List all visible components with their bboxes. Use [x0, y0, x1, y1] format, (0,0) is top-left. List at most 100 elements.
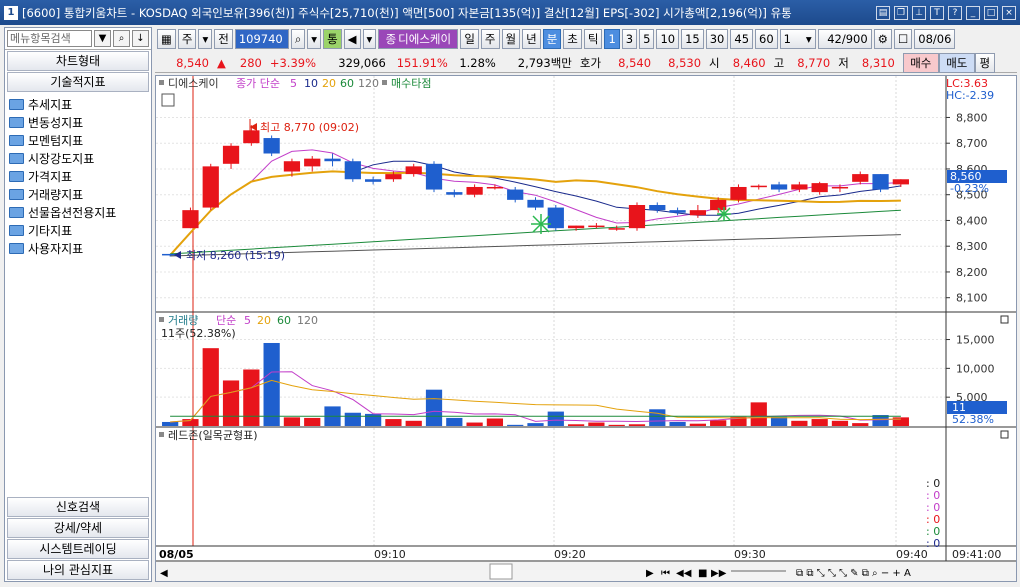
redzone-value: : 0 — [926, 537, 940, 550]
chart-background — [156, 76, 1016, 581]
candle-body — [263, 138, 280, 154]
grid-icon[interactable]: ▦ — [157, 29, 176, 49]
time-label: 08/05 — [159, 548, 194, 561]
scroll-left-icon[interactable]: ◀ — [160, 568, 168, 579]
prev-page-icon[interactable]: ◀◀ — [676, 568, 692, 579]
date-checkbox[interactable]: ☐ — [893, 29, 913, 49]
search-icon[interactable]: ⌕ — [113, 30, 130, 47]
pin-icon[interactable]: ⊥ — [912, 5, 926, 20]
candle-body — [243, 130, 260, 144]
arrow-down-icon[interactable]: ↓ — [132, 30, 149, 47]
volume-legend-name: 거래량 — [168, 314, 198, 327]
legend-marker — [159, 80, 164, 85]
folder-item[interactable]: 기타지표 — [9, 221, 147, 239]
folder-item[interactable]: 선물옵션전용지표 — [9, 203, 147, 221]
stock-type-select[interactable]: 주 — [177, 29, 197, 49]
tool-icons[interactable]: ⧉ ⧉ ⤡ ⤡ ⤡ ✎ ⧉ ⌕ − + A — [796, 568, 911, 579]
rewind-icon[interactable]: ⏮ — [661, 568, 670, 579]
dropdown-icon[interactable]: ▼ — [94, 30, 111, 47]
folder-item[interactable]: 가격지표 — [9, 167, 147, 185]
volume-panel-close-icon[interactable] — [1000, 315, 1009, 324]
chart-table-icon[interactable] — [161, 93, 175, 107]
close-icon[interactable]: × — [1002, 5, 1016, 20]
price-change-pct: +3.39% — [269, 55, 317, 70]
dropdown-icon[interactable]: ▾ — [307, 29, 322, 49]
stop-icon[interactable]: ■ — [698, 568, 707, 579]
chart-area[interactable]: 8,800 8,700 8,600 8,500 8,400 8,300 8,200 8,100… — [155, 75, 1017, 582]
hoga-label: 호가 — [579, 55, 602, 70]
minute-option[interactable]: 1 — [604, 29, 620, 49]
scroll-right-icon[interactable]: ▶ — [646, 568, 654, 579]
folder-item[interactable]: 변동성지표 — [9, 113, 147, 131]
period-tab-tick[interactable]: 틱 — [583, 29, 603, 49]
folder-label: 가격지표 — [28, 169, 73, 184]
search-icon[interactable]: ⌕ — [290, 29, 306, 49]
candle-body — [567, 225, 585, 229]
horizontal-scrollbar[interactable]: ◀ ▶ ⏮ ◀◀ ■ ▶▶ ⧉ ⧉ ⤡ ⤡ ⤡ ✎ ⧉ ⌕ − + A — [156, 562, 1016, 581]
period-tab-second[interactable]: 초 — [563, 29, 582, 49]
volume: 329,066 — [338, 55, 386, 70]
legend-marker — [382, 80, 387, 85]
folder-item[interactable]: 사용자지표 — [9, 239, 147, 257]
signal-search-button[interactable]: 신호검색 — [7, 497, 149, 517]
date-input[interactable]: 08/06 — [914, 29, 956, 49]
minimize-icon[interactable]: _ — [966, 5, 980, 20]
volume-bar — [567, 424, 585, 426]
minute-option[interactable]: 3 — [621, 29, 638, 49]
next-page-icon[interactable]: ▶▶ — [711, 568, 727, 579]
minute-option[interactable]: 30 — [705, 29, 729, 49]
sell-button[interactable]: 매도 — [938, 52, 975, 73]
folder-icon — [9, 116, 24, 128]
menu-search-input[interactable]: 메뉴항목검색 — [7, 30, 92, 47]
system-trading-button[interactable]: 시스템트레이딩 — [7, 539, 149, 559]
minute-option[interactable]: 5 — [639, 29, 655, 49]
legend-marker — [159, 317, 164, 322]
count-select[interactable]: 1 ▾ — [779, 29, 816, 49]
help-icon[interactable]: ? — [948, 5, 962, 20]
redzone-panel-close-icon[interactable] — [1000, 430, 1009, 439]
maximize-icon[interactable]: □ — [984, 5, 998, 20]
period-tab-day[interactable]: 일 — [460, 29, 479, 49]
stock-chart[interactable]: 8,8008,7008,6008,5008,4008,3008,2008,100… — [156, 76, 1016, 581]
dropdown-icon[interactable]: ▾ — [198, 29, 213, 49]
buy-button[interactable]: 매수 — [902, 52, 939, 73]
minute-option[interactable]: 15 — [681, 29, 704, 49]
my-indicators-button[interactable]: 나의 관심지표 — [7, 560, 149, 580]
period-tab-year[interactable]: 년 — [522, 29, 541, 49]
folder-item[interactable]: 모멘텀지표 — [9, 131, 147, 149]
prev-label[interactable]: 전 — [214, 29, 233, 49]
volume-bar — [527, 423, 544, 426]
minute-option[interactable]: 10 — [656, 29, 680, 49]
settings-icon[interactable]: ⚙ — [873, 29, 892, 49]
period-tab-month[interactable]: 월 — [501, 29, 521, 49]
text-icon[interactable]: T — [930, 5, 944, 20]
candle-body — [892, 179, 909, 185]
time-label: 09:40 — [896, 548, 928, 561]
folder-label: 추세지표 — [28, 97, 73, 112]
integrated-button[interactable]: 통 — [323, 29, 342, 49]
minute-option[interactable]: 45 — [730, 29, 754, 49]
candle-body — [425, 163, 443, 190]
link-icon[interactable]: ▤ — [876, 5, 890, 20]
chart-type-button[interactable]: 차트형태 — [7, 51, 149, 71]
period-tab-minute[interactable]: 분 — [542, 29, 562, 49]
period-tab-week[interactable]: 주 — [480, 29, 500, 49]
folder-item[interactable]: 거래량지표 — [9, 185, 147, 203]
candle-body — [649, 205, 666, 211]
stock-code-input[interactable]: 109740 — [234, 29, 289, 49]
strength-weakness-button[interactable]: 강세/약세 — [7, 518, 149, 538]
evaluation-button[interactable]: 평 — [974, 52, 995, 73]
scrollbar-thumb[interactable] — [489, 563, 513, 580]
volume-bar — [466, 422, 483, 426]
restore-icon[interactable]: ❐ — [894, 5, 908, 20]
stock-name[interactable]: 종 디에스케이 — [378, 29, 459, 49]
technical-indicator-button[interactable]: 기술적지표 — [7, 72, 149, 92]
speaker-icon[interactable]: ◀ — [343, 29, 361, 49]
range-input[interactable]: 42/900 — [817, 29, 872, 49]
candle-body — [507, 189, 524, 200]
folder-item[interactable]: 시장강도지표 — [9, 149, 147, 167]
folder-item[interactable]: 추세지표 — [9, 95, 147, 113]
minute-option[interactable]: 60 — [755, 29, 778, 49]
dropdown-icon[interactable]: ▾ — [362, 29, 377, 49]
candle-body — [608, 228, 625, 230]
